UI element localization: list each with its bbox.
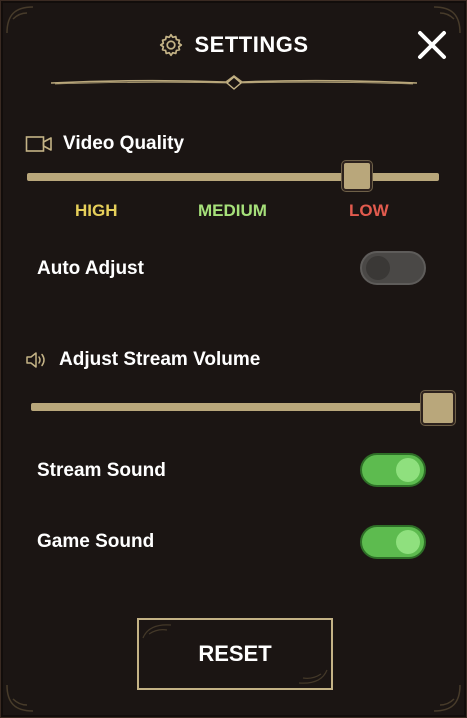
game-sound-label: Game Sound bbox=[37, 531, 155, 552]
video-camera-icon bbox=[25, 136, 52, 152]
quality-label-low: LOW bbox=[349, 201, 389, 220]
page-title: SETTINGS bbox=[194, 32, 309, 57]
corner-ornament bbox=[6, 684, 34, 712]
stream-sound-toggle[interactable] bbox=[360, 453, 426, 487]
toggle-knob bbox=[366, 256, 390, 280]
reset-button-label: RESET bbox=[198, 641, 272, 666]
game-sound-toggle[interactable] bbox=[360, 525, 426, 559]
reset-button[interactable]: RESET bbox=[137, 618, 333, 690]
stream-volume-slider-thumb[interactable] bbox=[421, 391, 455, 425]
stream-volume-title: Adjust Stream Volume bbox=[59, 349, 261, 370]
quality-label-high: HIGH bbox=[75, 201, 118, 220]
stream-sound-label: Stream Sound bbox=[37, 460, 166, 481]
speaker-icon bbox=[26, 352, 45, 368]
toggle-knob bbox=[396, 458, 420, 482]
video-quality-slider[interactable] bbox=[27, 159, 439, 195]
video-quality-title: Video Quality bbox=[63, 133, 185, 154]
header: SETTINGS bbox=[1, 29, 466, 61]
corner-ornament bbox=[433, 684, 461, 712]
quality-label-medium: MEDIUM bbox=[198, 201, 267, 220]
toggle-knob bbox=[396, 530, 420, 554]
stream-volume-slider-track[interactable] bbox=[31, 403, 439, 411]
stream-volume-section-title: Adjust Stream Volume bbox=[25, 349, 260, 371]
close-icon[interactable] bbox=[414, 27, 450, 63]
button-ornament bbox=[142, 624, 172, 639]
video-quality-slider-thumb[interactable] bbox=[342, 161, 372, 191]
stream-volume-slider[interactable] bbox=[31, 389, 455, 425]
button-ornament bbox=[298, 669, 328, 684]
video-quality-section-title: Video Quality bbox=[25, 133, 184, 155]
header-divider bbox=[51, 75, 417, 90]
gear-icon bbox=[160, 33, 183, 57]
auto-adjust-label: Auto Adjust bbox=[37, 258, 144, 279]
settings-panel: SETTINGS Video Quality HIGH MEDIUM LOW A… bbox=[0, 0, 467, 718]
auto-adjust-toggle[interactable] bbox=[360, 251, 426, 285]
video-quality-slider-track[interactable] bbox=[27, 173, 439, 181]
